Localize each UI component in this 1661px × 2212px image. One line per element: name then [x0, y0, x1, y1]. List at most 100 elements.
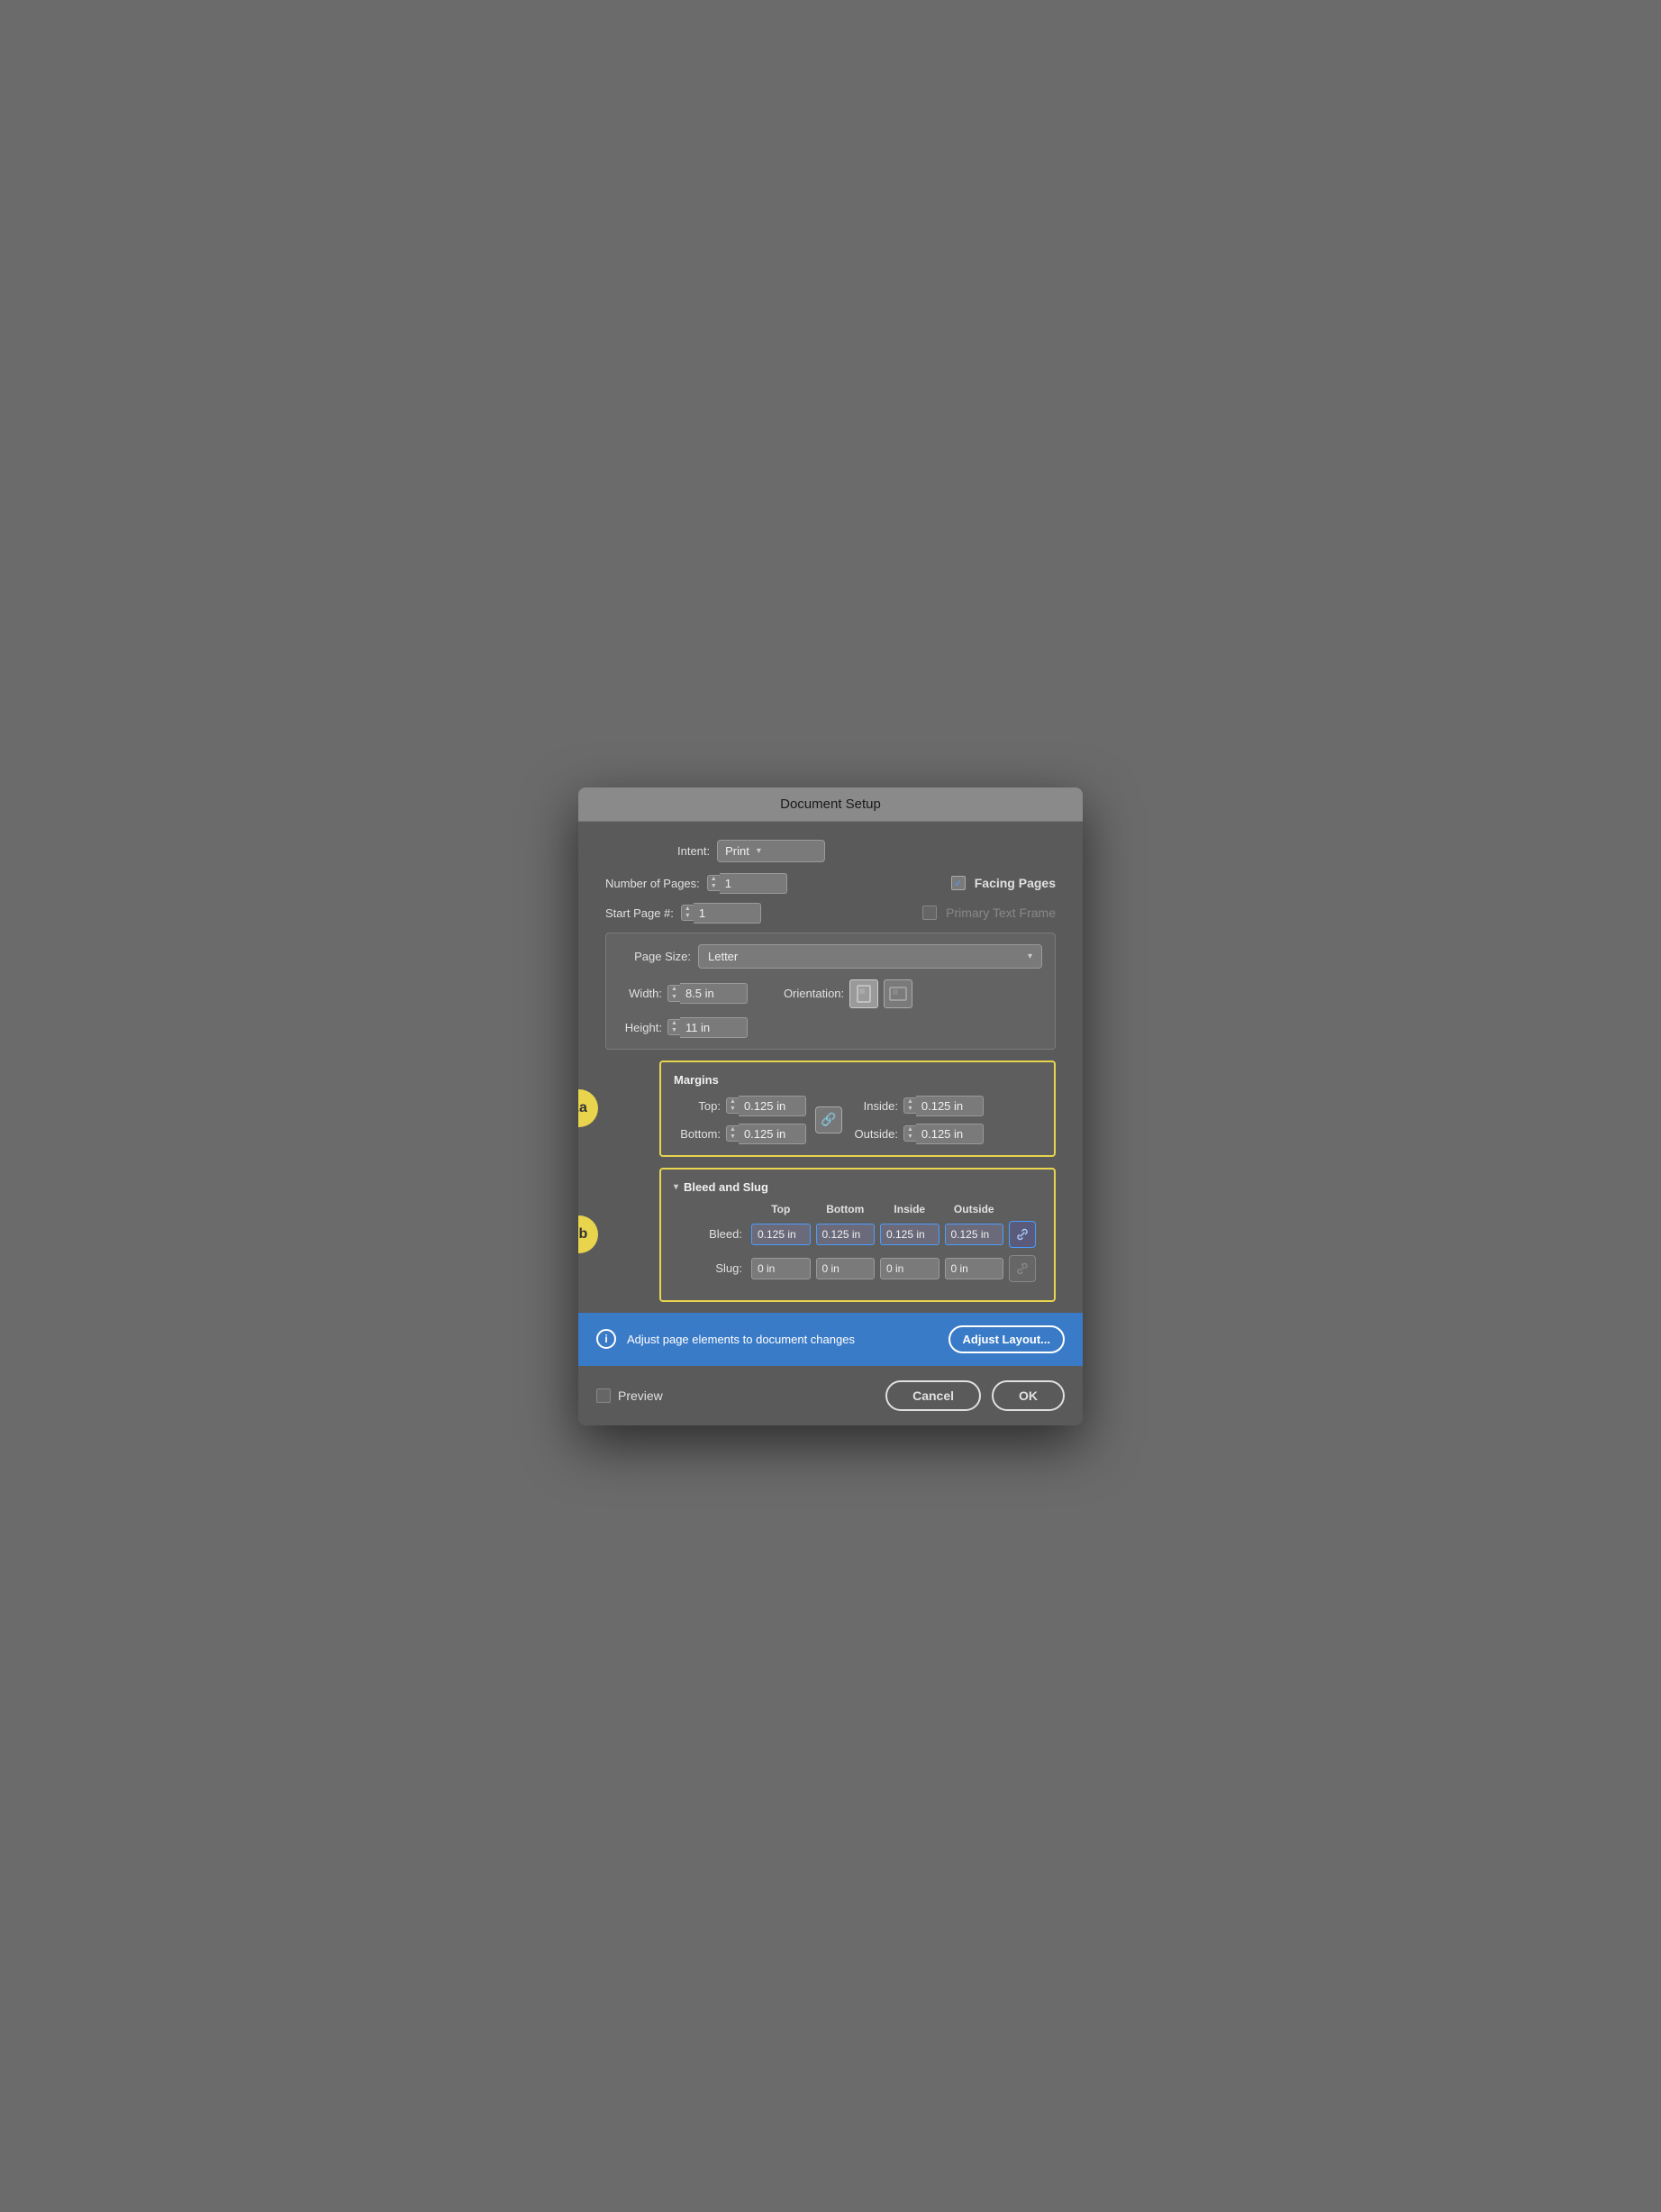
bleed-outside-input[interactable]	[945, 1224, 1004, 1245]
top-margin-row: Top: ▲ ▼	[674, 1096, 806, 1116]
intent-label: Intent:	[677, 844, 710, 858]
down-arrow-icon: ▼	[907, 1106, 913, 1113]
outside-margin-input[interactable]	[916, 1124, 984, 1144]
bleed-col-top: Top	[751, 1203, 811, 1215]
portrait-button[interactable]	[849, 979, 878, 1008]
pages-left: Number of Pages: ▲ ▼	[605, 873, 787, 894]
bleed-link-button[interactable]	[1009, 1221, 1036, 1248]
slug-data-row: Slug:	[674, 1255, 1041, 1282]
outside-margin-arrows[interactable]: ▲ ▼	[903, 1125, 916, 1142]
top-margin-input[interactable]	[739, 1096, 806, 1116]
bottom-margin-spinner[interactable]: ▲ ▼	[726, 1124, 806, 1144]
orientation-group: Orientation:	[784, 979, 912, 1008]
inside-margin-arrows[interactable]: ▲ ▼	[903, 1097, 916, 1115]
facing-pages-checkbox[interactable]: ✓	[951, 876, 966, 890]
start-page-left: Start Page #: ▲ ▼	[605, 903, 761, 924]
inside-margin-spinner[interactable]: ▲ ▼	[903, 1096, 984, 1116]
num-pages-spinner[interactable]: ▲ ▼	[707, 873, 787, 894]
slug-bottom-input[interactable]	[816, 1258, 876, 1279]
intent-row: Intent: Print ▾	[605, 840, 1056, 862]
top-margin-spinner[interactable]: ▲ ▼	[726, 1096, 806, 1116]
slug-link-button[interactable]	[1009, 1255, 1036, 1282]
outside-margin-spinner[interactable]: ▲ ▼	[903, 1124, 984, 1144]
width-arrows[interactable]: ▲ ▼	[667, 985, 680, 1002]
bleed-inside-input[interactable]	[880, 1224, 939, 1245]
outside-margin-row: Outside: ▲ ▼	[851, 1124, 984, 1144]
bleed-relative-wrap: 2b ▾ Bleed and Slug Top Bottom Inside Ou…	[605, 1168, 1056, 1302]
start-page-label: Start Page #:	[605, 906, 674, 920]
bleed-data-row: Bleed:	[674, 1221, 1041, 1248]
bottom-margin-label: Bottom:	[674, 1127, 721, 1141]
top-margin-arrows[interactable]: ▲ ▼	[726, 1097, 739, 1115]
up-arrow-icon: ▲	[711, 876, 717, 883]
margins-right-col: Inside: ▲ ▼ Outside:	[851, 1096, 984, 1144]
margins-left-col: Top: ▲ ▼ Bottom:	[674, 1096, 806, 1144]
intent-select[interactable]: Print ▾	[717, 840, 825, 862]
bleed-badge: 2b	[578, 1215, 598, 1253]
down-arrow-icon: ▼	[730, 1106, 736, 1113]
num-pages-input[interactable]	[720, 873, 787, 894]
up-arrow-icon: ▲	[907, 1126, 913, 1133]
up-arrow-icon: ▲	[671, 1020, 677, 1027]
down-arrow-icon: ▼	[907, 1133, 913, 1141]
start-page-input[interactable]	[694, 903, 761, 924]
page-size-select[interactable]: Letter ▾	[698, 944, 1042, 969]
down-arrow-icon: ▼	[685, 913, 691, 920]
bleed-section-title[interactable]: ▾ Bleed and Slug	[674, 1180, 1041, 1194]
landscape-icon	[889, 986, 907, 1002]
slug-top-input[interactable]	[751, 1258, 811, 1279]
info-icon: i	[596, 1329, 616, 1349]
footer-buttons: Cancel OK	[885, 1380, 1065, 1411]
page-size-label: Page Size:	[619, 950, 691, 963]
collapse-arrow-icon: ▾	[674, 1182, 678, 1192]
landscape-button[interactable]	[884, 979, 912, 1008]
bottom-margin-input[interactable]	[739, 1124, 806, 1144]
width-group: Width: ▲ ▼	[619, 983, 748, 1004]
num-pages-label: Number of Pages:	[605, 877, 700, 890]
height-input[interactable]	[680, 1017, 748, 1038]
width-spinner[interactable]: ▲ ▼	[667, 983, 748, 1004]
page-size-section: Page Size: Letter ▾ Width: ▲ ▼	[605, 933, 1056, 1050]
chevron-down-icon: ▾	[1028, 951, 1032, 961]
bleed-col-outside: Outside	[945, 1203, 1004, 1215]
adjust-layout-bar: i Adjust page elements to document chang…	[578, 1313, 1083, 1366]
intent-value: Print	[725, 844, 749, 858]
width-input[interactable]	[680, 983, 748, 1004]
margins-body: Top: ▲ ▼ Bottom:	[674, 1096, 1041, 1144]
height-arrows[interactable]: ▲ ▼	[667, 1019, 680, 1036]
height-spinner[interactable]: ▲ ▼	[667, 1017, 748, 1038]
adjust-layout-button[interactable]: Adjust Layout...	[948, 1325, 1066, 1353]
down-arrow-icon: ▼	[671, 994, 677, 1001]
bleed-top-input[interactable]	[751, 1224, 811, 1245]
dialog-footer: Preview Cancel OK	[578, 1366, 1083, 1425]
bleed-title-text: Bleed and Slug	[684, 1180, 768, 1194]
margins-badge: 2a	[578, 1089, 598, 1127]
margins-link-button[interactable]: 🔗	[815, 1106, 842, 1133]
height-label: Height:	[619, 1021, 662, 1034]
up-arrow-icon: ▲	[730, 1098, 736, 1106]
down-arrow-icon: ▼	[730, 1133, 736, 1141]
chevron-down-icon: ▾	[757, 846, 761, 856]
preview-checkbox[interactable]	[596, 1388, 611, 1403]
slug-outside-input[interactable]	[945, 1258, 1004, 1279]
primary-text-frame-label: Primary Text Frame	[946, 906, 1056, 920]
bottom-margin-arrows[interactable]: ▲ ▼	[726, 1125, 739, 1142]
preview-wrap: Preview	[596, 1388, 663, 1403]
bottom-margin-row: Bottom: ▲ ▼	[674, 1124, 806, 1144]
bleed-col-inside: Inside	[880, 1203, 939, 1215]
start-page-arrows[interactable]: ▲ ▼	[681, 905, 694, 922]
primary-text-frame-checkbox[interactable]	[922, 906, 937, 920]
chain-link-icon	[1016, 1228, 1029, 1241]
dimensions-row: Width: ▲ ▼ Orientation:	[619, 979, 1042, 1008]
bleed-row-label: Bleed:	[674, 1227, 746, 1241]
ok-button[interactable]: OK	[992, 1380, 1065, 1411]
start-page-spinner[interactable]: ▲ ▼	[681, 903, 761, 924]
inside-margin-input[interactable]	[916, 1096, 984, 1116]
bleed-bottom-input[interactable]	[816, 1224, 876, 1245]
slug-inside-input[interactable]	[880, 1258, 939, 1279]
margins-relative-wrap: 2a Margins Top: ▲ ▼	[605, 1060, 1056, 1157]
dialog-title: Document Setup	[578, 787, 1083, 822]
cancel-button[interactable]: Cancel	[885, 1380, 981, 1411]
num-pages-arrows[interactable]: ▲ ▼	[707, 875, 720, 892]
top-margin-label: Top:	[674, 1099, 721, 1113]
